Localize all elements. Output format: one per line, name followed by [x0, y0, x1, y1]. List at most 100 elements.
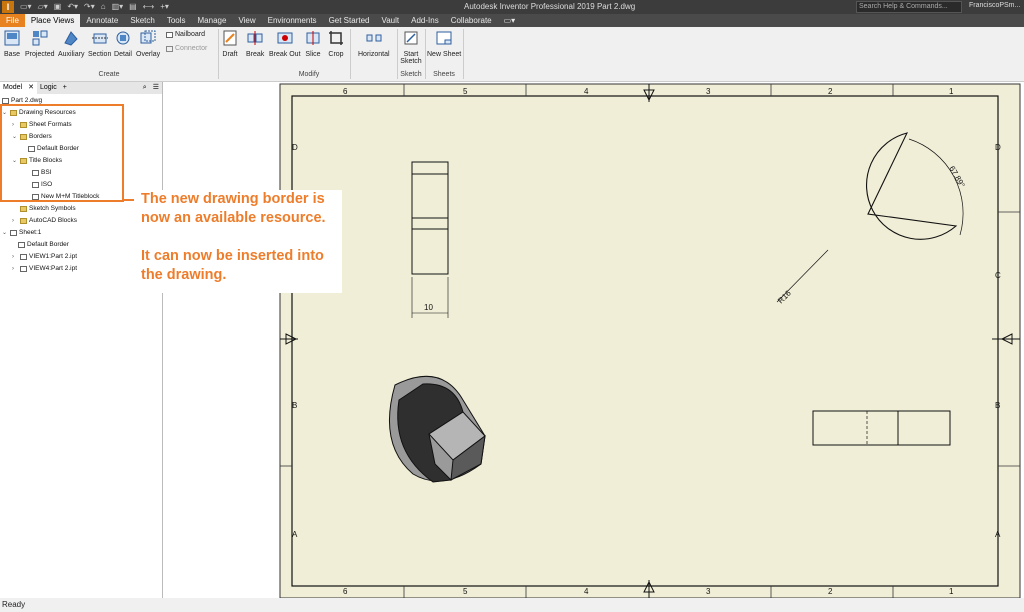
folder-icon	[20, 205, 27, 212]
detail-view-label: Detail	[114, 51, 132, 58]
tab-sketch[interactable]: Sketch	[124, 14, 160, 27]
col-label-top: 1	[949, 87, 954, 96]
tree-node-view4[interactable]: › VIEW4:Part 2.ipt	[12, 265, 77, 272]
app-title: Autodesk Inventor Professional 2019 Part…	[464, 2, 636, 11]
row-label-right: C	[995, 271, 1001, 280]
break-icon	[247, 31, 263, 45]
sketch-group-label: Sketch	[400, 71, 422, 78]
tab-model[interactable]: Model	[0, 82, 26, 94]
chevron-right-icon[interactable]: ›	[12, 254, 18, 260]
connector-button[interactable]: Connector	[166, 45, 207, 52]
help-search-input[interactable]: Search Help & Commands...	[856, 1, 962, 13]
tree-node-sketch-symbols[interactable]: Sketch Symbols	[12, 205, 76, 212]
ribbon-tabs: File Place Views Annotate Sketch Tools M…	[0, 14, 1024, 27]
new-icon[interactable]: ▭▾	[20, 2, 32, 12]
overlay-view-button[interactable]: Overlay	[136, 29, 160, 58]
customize-icon[interactable]: +▾	[160, 2, 169, 12]
update-icon[interactable]: ▥▾	[112, 2, 124, 12]
start-sketch-label: Start Sketch	[400, 51, 422, 65]
tab-place-views[interactable]: Place Views	[24, 14, 81, 27]
row-label-left: D	[292, 143, 298, 152]
section-view-label: Section	[88, 51, 112, 58]
ribbon-options-icon[interactable]: ▭▾	[498, 14, 522, 27]
add-tab-icon[interactable]: +	[60, 82, 70, 94]
redo-icon[interactable]: ↷▾	[84, 2, 95, 12]
crop-button[interactable]: Crop	[327, 29, 345, 58]
create-group-label: Create	[98, 71, 120, 78]
start-sketch-button[interactable]: Start Sketch	[399, 29, 423, 65]
row-label-right: D	[995, 143, 1001, 152]
callout-leader	[124, 199, 134, 201]
close-icon[interactable]: ✕	[25, 82, 37, 94]
menu-icon[interactable]: ☰	[150, 82, 162, 94]
start-sketch-icon	[404, 31, 418, 45]
tree-node-autocad-blocks[interactable]: › AutoCAD Blocks	[12, 217, 77, 224]
tree-node-part2-dwg[interactable]: Part 2.dwg	[2, 97, 42, 104]
width-dimension[interactable]: 10	[424, 303, 433, 312]
draft-view-button[interactable]: Draft	[221, 29, 239, 58]
slice-icon	[306, 31, 320, 45]
break-out-label: Break Out	[269, 51, 301, 58]
new-sheet-button[interactable]: New Sheet	[427, 29, 461, 58]
col-label-top: 5	[463, 87, 468, 96]
inventor-logo[interactable]: I	[2, 1, 14, 13]
projected-view-icon	[32, 30, 48, 46]
drawing-sheet[interactable]: 6 5 4 3 2 1 6 5 4 3 2 1 D C B A D C B A	[163, 82, 1024, 599]
tab-add-ins[interactable]: Add-Ins	[405, 14, 445, 27]
graphics-window[interactable]: 6 5 4 3 2 1 6 5 4 3 2 1 D C B A D C B A	[163, 82, 1024, 599]
auxiliary-view-button[interactable]: Auxiliary	[58, 29, 84, 58]
col-label-bottom: 4	[584, 587, 589, 596]
tab-logic[interactable]: Logic	[37, 82, 60, 94]
save-icon[interactable]: ▣	[54, 2, 62, 12]
tab-annotate[interactable]: Annotate	[80, 14, 124, 27]
break-out-button[interactable]: Break Out	[269, 29, 301, 58]
new-sheet-label: New Sheet	[427, 51, 462, 58]
tutorial-callout: The new drawing border is now an availab…	[137, 190, 342, 293]
tab-collaborate[interactable]: Collaborate	[445, 14, 498, 27]
print-icon[interactable]: ▤	[129, 2, 137, 12]
view-icon	[20, 265, 27, 272]
projected-view-label: Projected	[25, 51, 55, 58]
tree-node-sheet1[interactable]: ⌄ Sheet:1	[2, 229, 41, 236]
break-label: Break	[246, 51, 265, 58]
status-bar: Ready	[0, 598, 1024, 612]
col-label-bottom: 6	[343, 587, 348, 596]
quick-access-toolbar: ▭▾ ▱▾ ▣ ↶▾ ↷▾ ⌂ ▥▾ ▤ ⟷ +▾	[20, 2, 169, 12]
tab-manage[interactable]: Manage	[192, 14, 233, 27]
open-icon[interactable]: ▱▾	[38, 2, 48, 12]
undo-icon[interactable]: ↶▾	[67, 2, 78, 12]
view-icon	[20, 253, 27, 260]
detail-view-button[interactable]: Detail	[114, 29, 132, 58]
break-button[interactable]: Break	[246, 29, 264, 58]
tab-vault[interactable]: Vault	[375, 14, 405, 27]
tab-environments[interactable]: Environments	[262, 14, 323, 27]
draft-view-icon	[223, 30, 237, 46]
nailboard-button[interactable]: Nailboard	[166, 31, 205, 38]
detail-view-icon	[116, 31, 130, 45]
chevron-right-icon[interactable]: ›	[12, 218, 18, 224]
tree-node-view1[interactable]: › VIEW1:Part 2.ipt	[12, 253, 77, 260]
home-icon[interactable]: ⌂	[101, 2, 106, 12]
projected-view-button[interactable]: Projected	[25, 29, 55, 58]
modify-group-label: Modify	[298, 71, 320, 78]
section-view-icon	[91, 33, 108, 44]
tab-tools[interactable]: Tools	[161, 14, 192, 27]
callout-text-1: The new drawing border is now an availab…	[141, 191, 326, 226]
tab-view[interactable]: View	[232, 14, 261, 27]
section-view-button[interactable]: Section	[88, 29, 111, 58]
user-account[interactable]: FranciscoPSm...	[969, 2, 1020, 9]
tab-get-started[interactable]: Get Started	[323, 14, 376, 27]
horizontal-align-button[interactable]: Horizontal	[358, 29, 390, 58]
tab-file[interactable]: File	[0, 14, 25, 27]
row-label-right: B	[995, 401, 1000, 410]
tree-node-sheet-default-border[interactable]: Default Border	[18, 241, 69, 248]
col-label-bottom: 1	[949, 587, 954, 596]
search-icon[interactable]: ⌕	[140, 82, 150, 94]
base-view-button[interactable]: Base	[3, 29, 21, 58]
break-out-icon	[277, 32, 293, 44]
ribbon-separator	[463, 29, 464, 79]
chevron-down-icon[interactable]: ⌄	[2, 229, 8, 236]
slice-button[interactable]: Slice	[304, 29, 322, 58]
measure-icon[interactable]: ⟷	[143, 2, 154, 12]
chevron-right-icon[interactable]: ›	[12, 266, 18, 272]
